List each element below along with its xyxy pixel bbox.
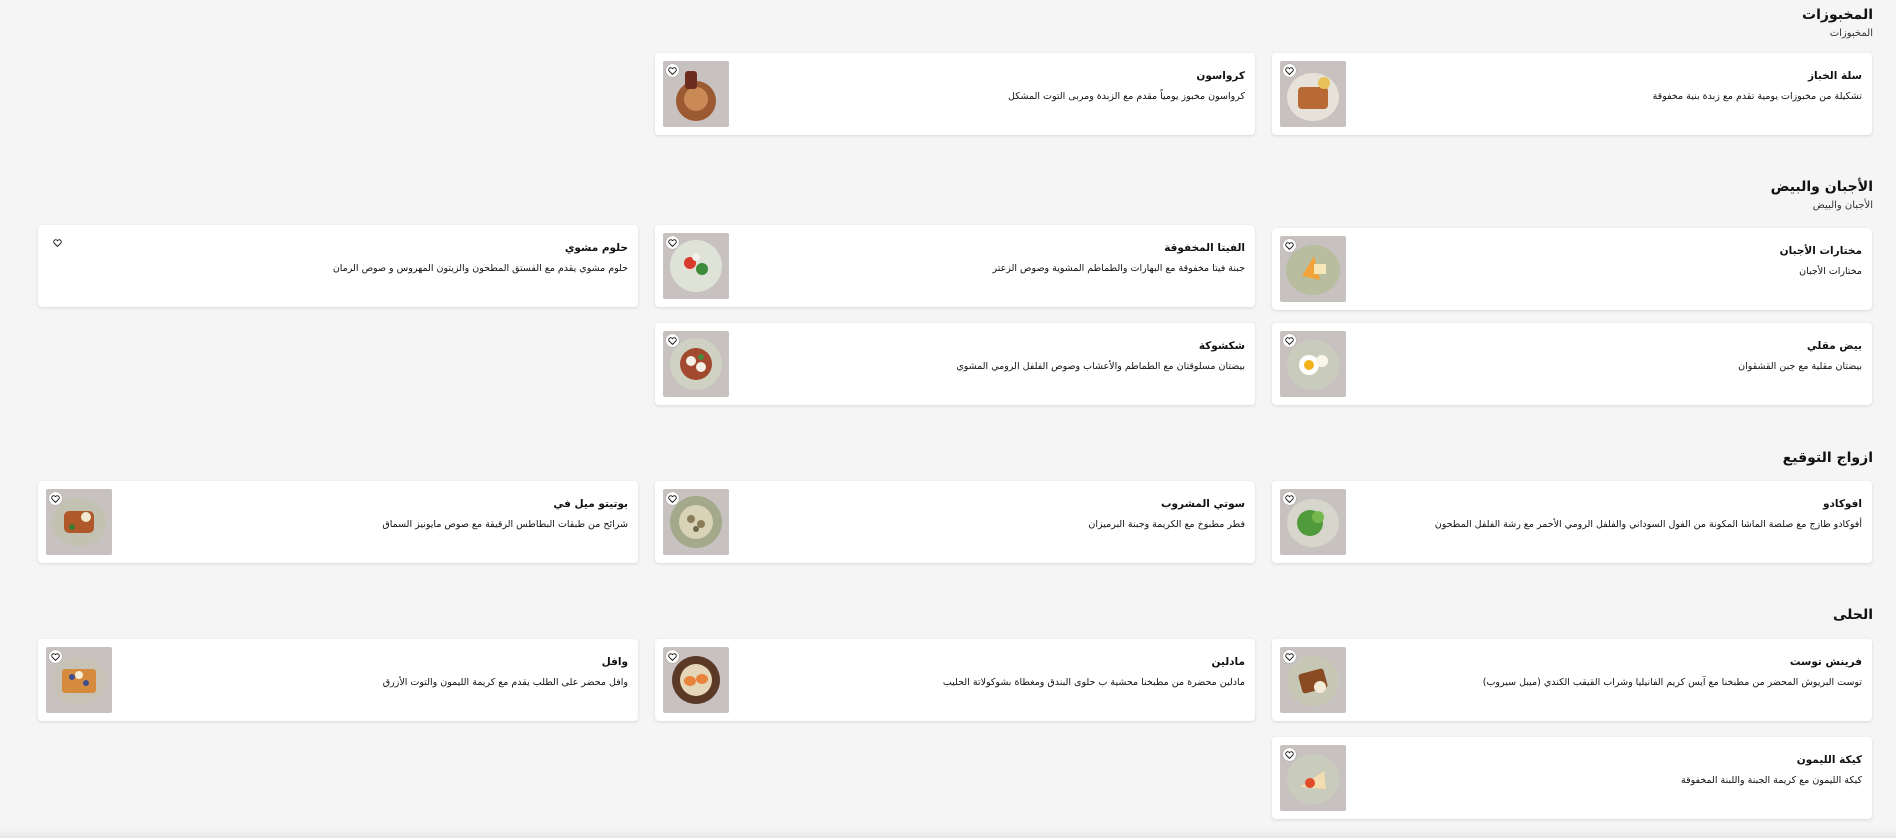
item-name: بيض مقلي [1806, 340, 1862, 352]
menu-item-card[interactable]: الفيتا المخفوقة جبنة فيتا مخفوقة مع البه… [655, 225, 1255, 307]
item-description: كرواسون مخبوز يومياً مقدم مع الزبدة ومرب… [1008, 91, 1245, 102]
menu-item-card[interactable]: حلوم مشوي حلوم مشوي يقدم مع الفستق المطح… [38, 225, 638, 307]
heart-icon[interactable] [49, 492, 62, 505]
item-description: حلوم مشوي يقدم مع الفستق المطحون والزيتو… [332, 263, 628, 274]
item-name: افوكادو [1822, 498, 1862, 510]
item-name: بوتيتو ميل في [553, 498, 628, 510]
section-title-signature-pairs: ازواج التوقيع [1782, 450, 1873, 466]
menu-item-card[interactable]: بيض مقلي بيضتان مقلية مع جبن القشقوان [1272, 323, 1872, 405]
menu-item-card[interactable]: وافل وافل محضر على الطلب يقدم مع كريمة ا… [38, 639, 638, 721]
item-description: شرائح من طبقات البطاطس الرقيقة مع صوص ما… [382, 519, 628, 530]
section-title-cheese-eggs: الأجبان والبيض [1770, 179, 1873, 195]
item-name: الفيتا المخفوقة [1164, 242, 1245, 254]
menu-item-card[interactable]: سلة الخباز تشكيلة من مخبوزات يومية تقدم … [1272, 53, 1872, 135]
item-name: كيكة الليمون [1796, 754, 1862, 766]
heart-icon[interactable] [1283, 64, 1296, 77]
heart-icon[interactable] [666, 492, 679, 505]
heart-icon[interactable] [666, 236, 679, 249]
item-name: حلوم مشوي [564, 242, 628, 254]
item-description: كيكة الليمون مع كريمة الجبنة واللبنة الم… [1680, 775, 1862, 786]
item-description: توست البريوش المحضر من مطبخنا مع آيس كري… [1482, 677, 1862, 688]
item-name: سلة الخباز [1807, 70, 1862, 82]
item-name: سوتي المشروب [1160, 498, 1245, 510]
section-subtitle-bakery: المخبوزات [1829, 28, 1873, 39]
item-description: أفوكادو طازج مع صلصة الماشا المكونة من ا… [1434, 519, 1862, 530]
heart-icon[interactable] [1283, 239, 1296, 252]
menu-item-card[interactable]: شكشوكة بيضتان مسلوقتان مع الطماطم والأعش… [655, 323, 1255, 405]
heart-icon[interactable] [1283, 748, 1296, 761]
heart-icon[interactable] [1283, 650, 1296, 663]
menu-item-card[interactable]: فرينش توست توست البريوش المحضر من مطبخنا… [1272, 639, 1872, 721]
item-name: شكشوكة [1198, 340, 1245, 352]
item-name: فرينش توست [1789, 656, 1862, 668]
heart-icon[interactable] [666, 64, 679, 77]
menu-item-card[interactable]: مادلين مادلين محضرة من مطبخنا محشية ب حل… [655, 639, 1255, 721]
item-name: وافل [601, 656, 628, 668]
heart-icon[interactable] [51, 236, 64, 249]
item-description: مادلين محضرة من مطبخنا محشية ب حلوى البن… [942, 677, 1245, 688]
menu-item-card[interactable]: افوكادو أفوكادو طازج مع صلصة الماشا المك… [1272, 481, 1872, 563]
item-description: مختارات الأجبان [1799, 266, 1862, 277]
heart-icon[interactable] [1283, 334, 1296, 347]
item-description: تشكيلة من مخبوزات يومية تقدم مع زبدة بني… [1652, 91, 1862, 102]
item-name: كرواسون [1196, 70, 1245, 82]
item-description: بيضتان مقلية مع جبن القشقوان [1738, 361, 1862, 372]
item-description: فطر مطبوخ مع الكريمة وجبنة البرميزان [1088, 519, 1245, 530]
menu-item-card[interactable]: سوتي المشروب فطر مطبوخ مع الكريمة وجبنة … [655, 481, 1255, 563]
heart-icon[interactable] [1283, 492, 1296, 505]
item-name: مادلين [1211, 656, 1245, 668]
menu-item-card[interactable]: كرواسون كرواسون مخبوز يومياً مقدم مع الز… [655, 53, 1255, 135]
menu-item-card[interactable]: كيكة الليمون كيكة الليمون مع كريمة الجبن… [1272, 737, 1872, 819]
menu-item-card[interactable]: بوتيتو ميل في شرائح من طبقات البطاطس الر… [38, 481, 638, 563]
heart-icon[interactable] [666, 334, 679, 347]
section-title-bakery: المخبوزات [1802, 7, 1873, 23]
item-description: جبنة فيتا مخفوقة مع البهارات والطماطم ال… [992, 263, 1245, 274]
section-title-desserts: الحلى [1832, 607, 1873, 623]
heart-icon[interactable] [49, 650, 62, 663]
menu-item-card[interactable]: مختارات الأجبان مختارات الأجبان [1272, 228, 1872, 310]
item-description: وافل محضر على الطلب يقدم مع كريمة الليمو… [382, 677, 628, 688]
bottom-shadow [0, 828, 1896, 838]
section-subtitle-cheese-eggs: الأجبان والبيض [1812, 200, 1873, 211]
item-name: مختارات الأجبان [1779, 245, 1862, 257]
heart-icon[interactable] [666, 650, 679, 663]
item-description: بيضتان مسلوقتان مع الطماطم والأعشاب وصوص… [956, 361, 1245, 372]
